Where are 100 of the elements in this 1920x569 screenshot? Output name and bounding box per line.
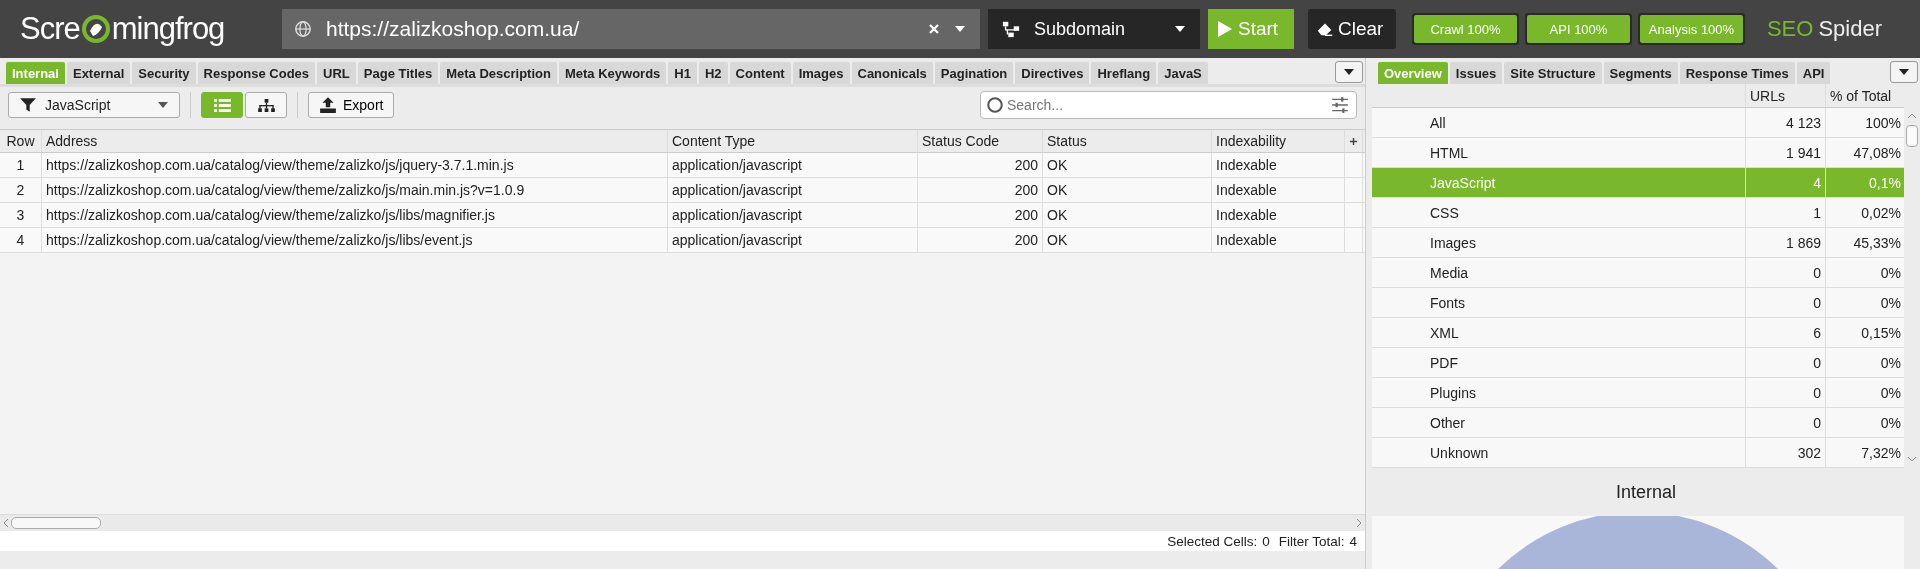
overview-row[interactable]: Media 0 0%: [1372, 258, 1904, 288]
row-label: Fonts: [1430, 294, 1465, 311]
url-field[interactable]: https://zalizkoshop.com.ua/: [282, 9, 980, 49]
url-count: 0: [1813, 294, 1821, 311]
tab[interactable]: Page Titles: [357, 62, 439, 84]
close-icon[interactable]: [928, 23, 940, 35]
progress-label: Analysis 100%: [1648, 21, 1735, 37]
row-label: All: [1430, 114, 1446, 131]
tab[interactable]: Canonicals: [851, 62, 933, 84]
tab[interactable]: Meta Description: [440, 62, 557, 84]
status-label: Filter Total:: [1278, 533, 1345, 549]
tab[interactable]: H1: [668, 62, 697, 84]
overview-row[interactable]: CSS 1 0,02%: [1372, 198, 1904, 228]
overview-row[interactable]: Other 0 0%: [1372, 408, 1904, 438]
tab[interactable]: Pagination: [934, 62, 1014, 84]
tree-view-button[interactable]: [245, 92, 287, 118]
tab[interactable]: Meta Keywords: [558, 62, 667, 84]
row-label: CSS: [1430, 204, 1459, 221]
mode-dropdown[interactable]: Subdomain: [988, 9, 1200, 49]
tab[interactable]: Site Structure: [1504, 62, 1602, 84]
column-header[interactable]: Indexability: [1212, 130, 1345, 152]
row-label: HTML: [1430, 144, 1469, 161]
table-cell: https://zalizkoshop.com.ua/catalog/view/theme/zalizko/js/libs/event.js: [42, 228, 668, 252]
overview-row[interactable]: HTML 1 941 47,08%: [1372, 138, 1904, 168]
logo-text: mingfrog: [111, 11, 225, 47]
url-count: 0: [1813, 384, 1821, 401]
brand-text: SEO: [1766, 16, 1814, 42]
chart-title: Internal: [1614, 480, 1677, 504]
scroll-thumb[interactable]: [11, 517, 101, 529]
tab[interactable]: JavaS: [1158, 62, 1208, 84]
row-label: Images: [1430, 234, 1476, 251]
tab[interactable]: API: [1796, 62, 1831, 84]
tree-icon: [257, 98, 275, 112]
tab[interactable]: Directives: [1015, 62, 1090, 84]
url-count: 0: [1813, 414, 1821, 431]
tab[interactable]: Response Codes: [197, 62, 316, 84]
url-text: https://zalizkoshop.com.ua/: [326, 17, 581, 41]
overview-row[interactable]: Images 1 869 45,33%: [1372, 228, 1904, 258]
column-header[interactable]: URLs: [1746, 84, 1826, 107]
filter-dropdown[interactable]: JavaScript: [8, 92, 180, 118]
table-cell: 200: [918, 228, 1043, 252]
url-count: 1 941: [1785, 144, 1821, 161]
url-count: 4: [1813, 174, 1821, 191]
row-label: JavaScript: [1430, 174, 1496, 191]
table-cell: Indexable: [1212, 178, 1345, 202]
table-cell: 1: [0, 153, 42, 177]
scroll-thumb[interactable]: [1906, 125, 1918, 147]
horizontal-scrollbar[interactable]: [0, 514, 1365, 531]
overview-row[interactable]: XML 6 0,15%: [1372, 318, 1904, 348]
overview-row[interactable]: All 4 123 100%: [1372, 108, 1904, 138]
overview-row[interactable]: Plugins 0 0%: [1372, 378, 1904, 408]
percent-value: 0%: [1880, 384, 1901, 401]
tab[interactable]: External: [66, 62, 131, 84]
percent-value: 0%: [1880, 264, 1901, 281]
column-header[interactable]: % of Total: [1826, 84, 1904, 107]
play-icon: [1216, 20, 1234, 38]
progress-label: Crawl 100%: [1430, 21, 1501, 37]
table-cell: application/javascript: [668, 228, 918, 252]
table-cell: https://zalizkoshop.com.ua/catalog/view/theme/zalizko/js/jquery-3.7.1.min.js: [42, 153, 668, 177]
tab[interactable]: Response Times: [1679, 62, 1795, 84]
table-cell: application/javascript: [668, 153, 918, 177]
column-header[interactable]: Status Code: [918, 130, 1043, 152]
table-cell: application/javascript: [668, 203, 918, 227]
column-header[interactable]: Status: [1043, 130, 1212, 152]
table-cell: 4: [0, 228, 42, 252]
url-count: 302: [1797, 444, 1821, 461]
export-button[interactable]: Export: [308, 92, 395, 118]
row-label: XML: [1430, 324, 1459, 341]
overview-row[interactable]: PDF 0 0%: [1372, 348, 1904, 378]
search-icon: [986, 96, 1004, 114]
percent-value: 7,32%: [1861, 444, 1901, 461]
sliders-icon[interactable]: [1331, 96, 1349, 114]
tab[interactable]: Segments: [1603, 62, 1678, 84]
add-column-icon[interactable]: [1349, 136, 1358, 146]
table-cell: Indexable: [1212, 203, 1345, 227]
search-field[interactable]: Search...: [980, 91, 1357, 119]
percent-value: 0,1%: [1869, 174, 1901, 191]
tab[interactable]: Images: [792, 62, 850, 84]
more-tabs-button[interactable]: [1335, 61, 1363, 83]
column-header[interactable]: Row: [0, 130, 42, 152]
table-cell: OK: [1043, 228, 1212, 252]
tab[interactable]: H2: [698, 62, 728, 84]
hierarchy-icon: [1002, 20, 1020, 38]
column-header[interactable]: Address: [42, 130, 668, 152]
status-value: 0: [1262, 533, 1270, 549]
overview-row[interactable]: Fonts 0 0%: [1372, 288, 1904, 318]
tab[interactable]: Content: [729, 62, 791, 84]
percent-value: 0,02%: [1861, 204, 1901, 221]
tab[interactable]: URL: [317, 62, 356, 84]
url-count: 4 123: [1785, 114, 1821, 131]
tab[interactable]: Hreflang: [1091, 62, 1157, 84]
row-label: Other: [1430, 414, 1465, 431]
tab[interactable]: Issues: [1449, 62, 1503, 84]
tab[interactable]: Security: [132, 62, 196, 84]
more-tabs-button[interactable]: [1890, 61, 1918, 83]
table-cell: https://zalizkoshop.com.ua/catalog/view/theme/zalizko/js/main.min.js?v=1.0.9: [42, 178, 668, 202]
column-header[interactable]: Content Type: [668, 130, 918, 152]
clear-button[interactable]: Clear: [1308, 9, 1396, 49]
status-label: Selected Cells:: [1167, 533, 1258, 549]
overview-row[interactable]: Unknown 302 7,32%: [1372, 438, 1904, 468]
